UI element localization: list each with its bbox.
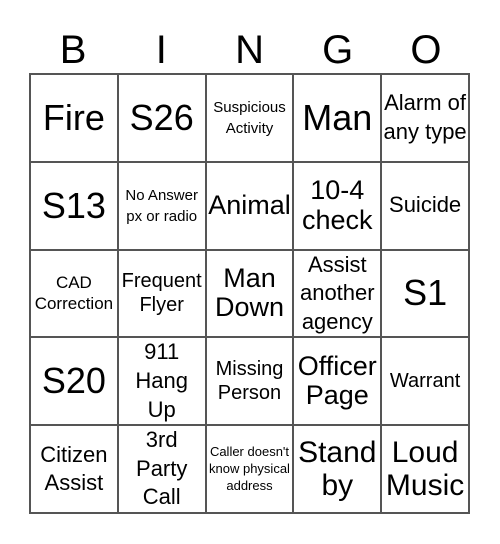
bingo-cell[interactable]: Suspicious Activity bbox=[205, 74, 294, 162]
bingo-grid: Fire S26 Suspicious Activity Man Alarm o… bbox=[29, 73, 470, 514]
bingo-cell[interactable]: S26 bbox=[117, 74, 206, 162]
bingo-cell[interactable]: Assist another agency bbox=[293, 249, 382, 338]
bingo-cell[interactable]: No Answer px or radio bbox=[117, 161, 206, 250]
bingo-cell[interactable]: S1 bbox=[381, 249, 469, 338]
bingo-cell[interactable]: 3rd Party Call bbox=[117, 425, 206, 513]
bingo-cell[interactable]: 911 Hang Up bbox=[117, 337, 206, 426]
bingo-cell[interactable]: Caller doesn't know physical address bbox=[205, 425, 294, 513]
bingo-cell[interactable]: S13 bbox=[30, 161, 118, 250]
bingo-cell[interactable]: Loud Music bbox=[381, 425, 469, 513]
bingo-cell[interactable]: Frequent Flyer bbox=[117, 249, 206, 338]
bingo-header: B I N G O bbox=[29, 28, 470, 73]
bingo-cell[interactable]: Fire bbox=[30, 74, 118, 162]
bingo-cell[interactable]: S20 bbox=[30, 337, 118, 426]
header-letter-n: N bbox=[235, 28, 264, 72]
header-letter-g: G bbox=[322, 28, 354, 72]
bingo-cell[interactable]: Suicide bbox=[381, 161, 469, 250]
bingo-cell[interactable]: Alarm of any type bbox=[381, 74, 469, 162]
bingo-cell[interactable]: Animal bbox=[205, 161, 294, 250]
bingo-cell[interactable]: 10-4 check bbox=[293, 161, 382, 250]
header-letter-b: B bbox=[59, 28, 87, 72]
bingo-cell[interactable]: CAD Correction bbox=[30, 249, 118, 338]
header-letter-o: O bbox=[410, 28, 442, 72]
bingo-cell[interactable]: Citizen Assist bbox=[30, 425, 118, 513]
bingo-cell[interactable]: Man bbox=[293, 74, 382, 162]
bingo-cell[interactable]: Stand by bbox=[293, 425, 382, 513]
bingo-cell[interactable]: Officer Page bbox=[293, 337, 382, 426]
bingo-cell[interactable]: Missing Person bbox=[205, 337, 294, 426]
bingo-cell[interactable]: Man Down bbox=[205, 249, 294, 338]
bingo-cell[interactable]: Warrant bbox=[381, 337, 469, 426]
header-letter-i: I bbox=[155, 28, 167, 72]
